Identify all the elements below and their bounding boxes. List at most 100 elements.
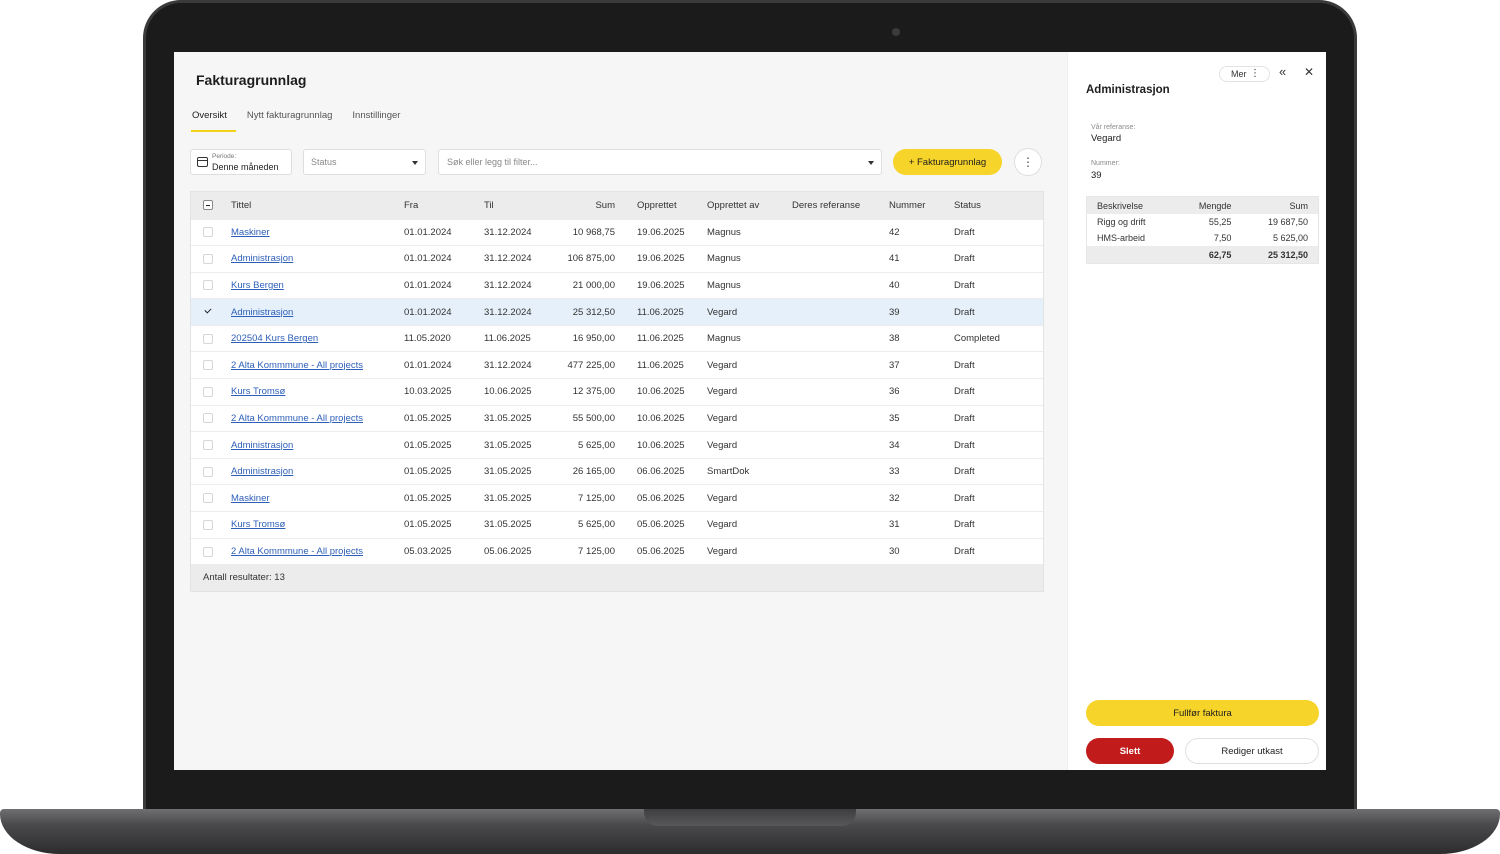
row-number: 37 <box>889 359 900 371</box>
row-checkbox[interactable] <box>203 253 213 264</box>
row-status: Draft <box>954 386 975 398</box>
row-title-link[interactable]: Maskiner <box>231 493 270 504</box>
row-status: Draft <box>954 359 975 371</box>
period-picker[interactable]: Periode: Denne måneden <box>190 149 292 175</box>
column-header[interactable]: Fra <box>398 192 478 219</box>
delete-button[interactable]: Slett <box>1086 738 1174 764</box>
row-sum: 12 375,00 <box>572 386 615 398</box>
table-row[interactable]: Kurs Tromsø 01.05.2025 31.05.2025 5 625,00 0… <box>191 511 1043 539</box>
row-title: Administrasjon <box>225 432 398 459</box>
column-header[interactable]: Deres referanse <box>786 192 883 219</box>
row-number: 33 <box>889 466 900 478</box>
status-select[interactable]: Status <box>303 149 426 175</box>
row-title-link[interactable]: Administrasjon <box>231 440 293 451</box>
row-title-link[interactable]: 2 Alta Kommmune - All projects <box>231 360 363 371</box>
row-checkbox[interactable] <box>203 333 213 344</box>
row-number: 35 <box>889 412 900 424</box>
table-row[interactable]: Administrasjon 01.01.2024 31.12.2024 106 87… <box>191 245 1043 273</box>
row-title-link[interactable]: 2 Alta Kommmune - All projects <box>231 546 363 557</box>
row-title-link[interactable]: Administrasjon <box>231 253 293 264</box>
column-header[interactable]: Status <box>948 192 1043 219</box>
row-checkbox[interactable] <box>203 360 213 371</box>
row-title-link[interactable]: Kurs Tromsø <box>231 386 285 397</box>
table-row[interactable]: Administrasjon 01.05.2025 31.05.2025 5 625,… <box>191 431 1043 459</box>
row-sum: 477 225,00 <box>567 359 615 371</box>
row-sum: 25 312,50 <box>572 306 615 318</box>
our-reference-value: Vegard <box>1091 133 1122 144</box>
app-screen: Fakturagrunnlag Oversikt Nytt fakturagru… <box>174 52 1326 770</box>
row-title-link[interactable]: 2 Alta Kommmune - All projects <box>231 413 363 424</box>
row-checkbox[interactable] <box>203 413 213 424</box>
number-value: 39 <box>1091 170 1102 181</box>
column-header[interactable]: Nummer <box>883 192 948 219</box>
row-number: 36 <box>889 386 900 398</box>
more-options-icon[interactable]: ⋮ <box>1014 148 1042 176</box>
table-row[interactable]: Kurs Bergen 01.01.2024 31.12.2024 21 000,00… <box>191 272 1043 299</box>
result-count: Antall resultater: 13 <box>191 564 1043 591</box>
row-checkbox-cell <box>191 325 225 352</box>
table-row[interactable]: 2 Alta Kommmune - All projects 01.05.2025… <box>191 405 1043 432</box>
row-checkbox[interactable] <box>203 386 213 397</box>
column-header[interactable]: Tittel <box>225 192 398 219</box>
row-created-by: Magnus <box>707 226 741 238</box>
finish-invoice-button[interactable]: Fullfør faktura <box>1086 700 1319 726</box>
close-icon[interactable]: ✕ <box>1304 65 1314 79</box>
mer-button[interactable]: Mer ⋮ <box>1219 66 1270 82</box>
tab-bar: Oversikt Nytt fakturagrunnlag Innstillin… <box>191 108 419 132</box>
table-row[interactable]: Administrasjon 01.01.2024 31.12.2024 25 312… <box>191 298 1043 326</box>
row-sum: 5 625,00 <box>578 439 615 451</box>
row-title: Administrasjon <box>225 246 398 273</box>
table-row[interactable]: Administrasjon 01.05.2025 31.05.2025 26 165… <box>191 458 1043 485</box>
row-created: 05.06.2025 <box>637 519 685 531</box>
row-title: Maskiner <box>225 485 398 512</box>
row-from: 11.05.2020 <box>404 333 451 345</box>
row-title: Kurs Tromsø <box>225 379 398 406</box>
lines-header-row: Beskrivelse Mengde Sum <box>1087 197 1318 214</box>
tab-innstillinger[interactable]: Innstillinger <box>351 108 409 132</box>
row-checkbox[interactable] <box>203 493 213 504</box>
row-title-link[interactable]: Kurs Bergen <box>231 280 284 291</box>
row-reference <box>786 458 883 485</box>
row-checkbox[interactable] <box>203 280 213 291</box>
tab-oversikt[interactable]: Oversikt <box>191 108 236 132</box>
period-label: Periode: <box>212 153 237 160</box>
table-row: HMS-arbeid 7,50 5 625,00 <box>1087 230 1318 246</box>
row-status: Draft <box>954 226 975 238</box>
row-checkbox[interactable] <box>203 440 213 451</box>
table-row[interactable]: Kurs Tromsø 10.03.2025 10.06.2025 12 375,00… <box>191 378 1043 406</box>
row-from: 01.01.2024 <box>404 306 452 318</box>
column-header[interactable]: Opprettet av <box>701 192 786 219</box>
row-title-link[interactable]: 202504 Kurs Bergen <box>231 333 318 344</box>
row-checkbox[interactable] <box>203 546 213 557</box>
row-created-by: Magnus <box>707 253 741 265</box>
row-checkbox[interactable] <box>203 466 213 477</box>
select-all-checkbox[interactable] <box>203 200 213 211</box>
table-row[interactable]: Maskiner 01.01.2024 31.12.2024 10 968,75 19.… <box>191 219 1043 246</box>
column-header[interactable]: Til <box>478 192 538 219</box>
row-checkbox-cell <box>191 379 225 406</box>
collapse-panel-icon[interactable]: « <box>1279 64 1286 79</box>
search-input[interactable]: Søk eller legg til filter... <box>438 149 882 175</box>
row-sum: 7 125,00 <box>578 546 615 558</box>
row-from: 01.05.2025 <box>404 519 452 531</box>
edit-draft-button[interactable]: Rediger utkast <box>1185 738 1319 764</box>
column-header[interactable]: Sum <box>538 192 621 219</box>
row-title-link[interactable]: Administrasjon <box>231 466 293 477</box>
row-title-link[interactable]: Maskiner <box>231 227 270 238</box>
row-title-link[interactable]: Administrasjon <box>231 307 293 318</box>
table-row[interactable]: 202504 Kurs Bergen 11.05.2020 11.06.2025 16… <box>191 325 1043 352</box>
table-row[interactable]: 2 Alta Kommmune - All projects 05.03.2025… <box>191 538 1043 565</box>
row-checkbox[interactable] <box>203 307 213 317</box>
row-from: 01.05.2025 <box>404 466 452 478</box>
table-row[interactable]: 2 Alta Kommmune - All projects 01.01.2024… <box>191 351 1043 379</box>
row-checkbox[interactable] <box>203 519 213 530</box>
tab-nytt-fakturagrunnlag[interactable]: Nytt fakturagrunnlag <box>246 108 342 132</box>
row-title-link[interactable]: Kurs Tromsø <box>231 519 285 530</box>
column-header[interactable]: Opprettet <box>621 192 701 219</box>
row-number: 32 <box>889 492 900 504</box>
table-row[interactable]: Maskiner 01.05.2025 31.05.2025 7 125,00 05.0… <box>191 484 1043 512</box>
column-header: Mengde <box>1198 200 1232 211</box>
row-created: 19.06.2025 <box>637 226 685 238</box>
add-fakturagrunnlag-button[interactable]: + Fakturagrunnlag <box>893 149 1002 175</box>
row-checkbox[interactable] <box>203 227 213 238</box>
